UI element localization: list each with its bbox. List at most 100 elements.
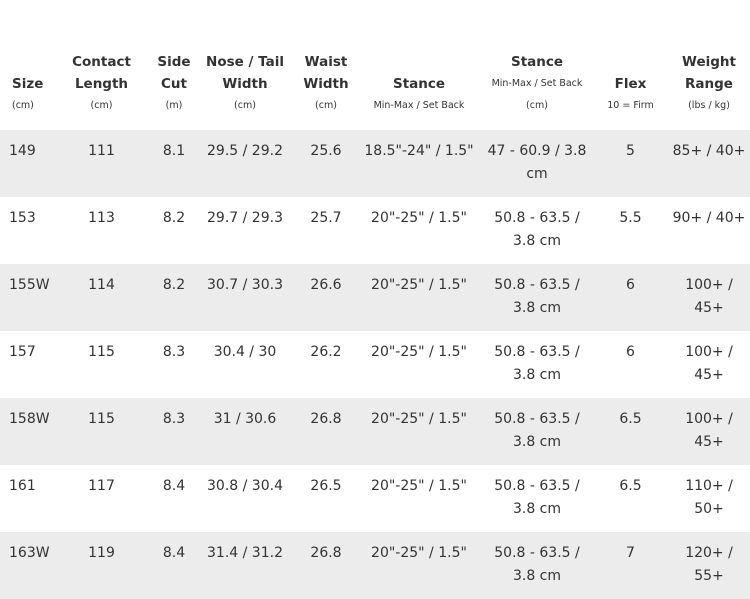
- table-row: 155W 114 8.2 30.7 / 30.3 26.6 20"-25" / …: [0, 264, 750, 331]
- cell-stance-cm: 50.8 - 63.5 / 3.8 cm: [481, 398, 593, 465]
- cell-nose-tail-width: 30.8 / 30.4: [195, 465, 295, 532]
- header-title: Weight Range: [682, 54, 736, 92]
- cell-waist-width: 25.7: [295, 197, 357, 264]
- header-unit: 10 = Firm: [607, 100, 654, 111]
- cell-contact-length: 117: [50, 465, 153, 532]
- cell-stance-inches: 20"-25" / 1.5": [357, 197, 481, 264]
- header-title: Flex: [614, 76, 647, 92]
- header-unit: Min-Max / Set Back (cm): [491, 78, 583, 111]
- cell-flex: 6.5: [593, 465, 668, 532]
- header-waist-width: Waist Width (cm): [295, 0, 357, 130]
- cell-weight-range: 90+ / 40+: [668, 197, 750, 264]
- cell-contact-length: 115: [50, 398, 153, 465]
- cell-flex: 6: [593, 331, 668, 398]
- header-nose-tail-width: Nose / Tail Width (cm): [195, 0, 295, 130]
- cell-waist-width: 26.8: [295, 398, 357, 465]
- cell-waist-width: 26.2: [295, 331, 357, 398]
- table-row: 149 111 8.1 29.5 / 29.2 25.6 18.5"-24" /…: [0, 130, 750, 197]
- header-row: Size (cm) Contact Length (cm) Side Cut (m) …: [0, 0, 750, 130]
- header-unit: (cm): [234, 100, 256, 111]
- cell-side-cut: 8.2: [153, 197, 195, 264]
- cell-weight-range: 110+ / 50+: [668, 465, 750, 532]
- header-title: Contact Length: [72, 54, 131, 92]
- cell-size: 163W: [0, 532, 50, 599]
- header-side-cut: Side Cut (m): [153, 0, 195, 130]
- cell-nose-tail-width: 31.4 / 31.2: [195, 532, 295, 599]
- table-row: 161 117 8.4 30.8 / 30.4 26.5 20"-25" / 1…: [0, 465, 750, 532]
- cell-contact-length: 111: [50, 130, 153, 197]
- cell-stance-inches: 20"-25" / 1.5": [357, 331, 481, 398]
- cell-size: 157: [0, 331, 50, 398]
- cell-flex: 6.5: [593, 398, 668, 465]
- cell-stance-cm: 50.8 - 63.5 / 3.8 cm: [481, 465, 593, 532]
- header-unit: Min-Max / Set Back: [373, 100, 465, 111]
- table-row: 153 113 8.2 29.7 / 29.3 25.7 20"-25" / 1…: [0, 197, 750, 264]
- header-unit: (cm): [315, 100, 337, 111]
- table-row: 163W 119 8.4 31.4 / 31.2 26.8 20"-25" / …: [0, 532, 750, 599]
- header-stance-cm: Stance Min-Max / Set Back (cm): [481, 0, 593, 130]
- header-unit: (cm): [90, 100, 113, 111]
- cell-size: 153: [0, 197, 50, 264]
- cell-weight-range: 85+ / 40+: [668, 130, 750, 197]
- cell-nose-tail-width: 30.4 / 30: [195, 331, 295, 398]
- cell-stance-cm: 50.8 - 63.5 / 3.8 cm: [481, 331, 593, 398]
- cell-stance-inches: 18.5"-24" / 1.5": [357, 130, 481, 197]
- header-title: Waist Width: [303, 54, 349, 92]
- cell-stance-cm: 47 - 60.9 / 3.8 cm: [481, 130, 593, 197]
- header-title: Side Cut: [157, 54, 191, 92]
- header-size: Size (cm): [0, 0, 50, 130]
- cell-flex: 6: [593, 264, 668, 331]
- cell-stance-cm: 50.8 - 63.5 / 3.8 cm: [481, 532, 593, 599]
- cell-weight-range: 120+ / 55+: [668, 532, 750, 599]
- cell-size: 158W: [0, 398, 50, 465]
- cell-stance-cm: 50.8 - 63.5 / 3.8 cm: [481, 197, 593, 264]
- cell-flex: 5: [593, 130, 668, 197]
- header-title: Stance: [392, 76, 446, 92]
- header-contact-length: Contact Length (cm): [50, 0, 153, 130]
- cell-stance-inches: 20"-25" / 1.5": [357, 532, 481, 599]
- cell-waist-width: 26.8: [295, 532, 357, 599]
- cell-weight-range: 100+ / 45+: [668, 264, 750, 331]
- header-title: Size: [12, 76, 44, 92]
- cell-size: 155W: [0, 264, 50, 331]
- table-header: Size (cm) Contact Length (cm) Side Cut (m) …: [0, 0, 750, 130]
- cell-weight-range: 100+ / 45+: [668, 331, 750, 398]
- cell-side-cut: 8.1: [153, 130, 195, 197]
- cell-nose-tail-width: 29.5 / 29.2: [195, 130, 295, 197]
- cell-nose-tail-width: 29.7 / 29.3: [195, 197, 295, 264]
- table-row: 158W 115 8.3 31 / 30.6 26.8 20"-25" / 1.…: [0, 398, 750, 465]
- header-unit: (cm): [12, 100, 34, 111]
- cell-side-cut: 8.4: [153, 465, 195, 532]
- cell-size: 161: [0, 465, 50, 532]
- cell-waist-width: 25.6: [295, 130, 357, 197]
- cell-waist-width: 26.5: [295, 465, 357, 532]
- cell-contact-length: 119: [50, 532, 153, 599]
- cell-side-cut: 8.4: [153, 532, 195, 599]
- table-body: 149 111 8.1 29.5 / 29.2 25.6 18.5"-24" /…: [0, 130, 750, 599]
- cell-side-cut: 8.3: [153, 398, 195, 465]
- table-row: 157 115 8.3 30.4 / 30 26.2 20"-25" / 1.5…: [0, 331, 750, 398]
- header-unit: (m): [165, 100, 183, 111]
- cell-size: 149: [0, 130, 50, 197]
- cell-flex: 7: [593, 532, 668, 599]
- cell-waist-width: 26.6: [295, 264, 357, 331]
- size-chart-table: Size (cm) Contact Length (cm) Side Cut (m) …: [0, 0, 750, 599]
- cell-stance-inches: 20"-25" / 1.5": [357, 465, 481, 532]
- header-title: Stance: [510, 54, 564, 70]
- cell-stance-cm: 50.8 - 63.5 / 3.8 cm: [481, 264, 593, 331]
- header-flex: Flex 10 = Firm: [593, 0, 668, 130]
- header-unit: (lbs / kg): [688, 100, 730, 111]
- cell-stance-inches: 20"-25" / 1.5": [357, 264, 481, 331]
- cell-flex: 5.5: [593, 197, 668, 264]
- cell-nose-tail-width: 30.7 / 30.3: [195, 264, 295, 331]
- header-weight-range: Weight Range (lbs / kg): [668, 0, 750, 130]
- cell-contact-length: 113: [50, 197, 153, 264]
- cell-side-cut: 8.3: [153, 331, 195, 398]
- cell-contact-length: 114: [50, 264, 153, 331]
- cell-weight-range: 100+ / 45+: [668, 398, 750, 465]
- header-title: Nose / Tail Width: [206, 54, 284, 92]
- cell-stance-inches: 20"-25" / 1.5": [357, 398, 481, 465]
- cell-nose-tail-width: 31 / 30.6: [195, 398, 295, 465]
- cell-contact-length: 115: [50, 331, 153, 398]
- cell-side-cut: 8.2: [153, 264, 195, 331]
